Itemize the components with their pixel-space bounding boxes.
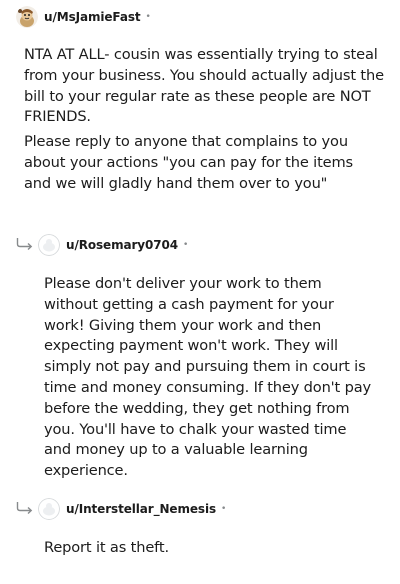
comment-header: u/Rosemary0704 • — [38, 233, 188, 257]
comment-header: u/Interstellar_Nemesis • — [38, 497, 226, 521]
reply-arrow-icon — [16, 238, 33, 251]
comment-body: Report it as theft. — [44, 538, 376, 559]
separator-dot: • — [183, 240, 189, 250]
default-avatar-icon[interactable] — [38, 234, 60, 256]
username[interactable]: u/Interstellar_Nemesis — [66, 502, 216, 516]
separator-dot: • — [221, 504, 227, 514]
comment-paragraph: NTA AT ALL- cousin was essentially tryin… — [24, 46, 384, 126]
comment-body: Please don't deliver your work to them w… — [44, 274, 376, 482]
comment-paragraph: Report it as theft. — [44, 539, 169, 556]
snoo-avatar-icon[interactable] — [16, 6, 38, 28]
comment-paragraph: Please reply to anyone that complains to… — [24, 133, 353, 192]
reply-arrow-icon — [16, 502, 33, 515]
comment-body: NTA AT ALL- cousin was essentially tryin… — [24, 45, 384, 195]
username[interactable]: u/MsJamieFast — [44, 10, 141, 24]
separator-dot: • — [145, 12, 151, 22]
default-avatar-icon[interactable] — [38, 498, 60, 520]
comment-paragraph: Please don't deliver your work to them w… — [44, 275, 371, 480]
username[interactable]: u/Rosemary0704 — [66, 238, 178, 252]
comment-header: u/MsJamieFast • — [16, 5, 151, 29]
